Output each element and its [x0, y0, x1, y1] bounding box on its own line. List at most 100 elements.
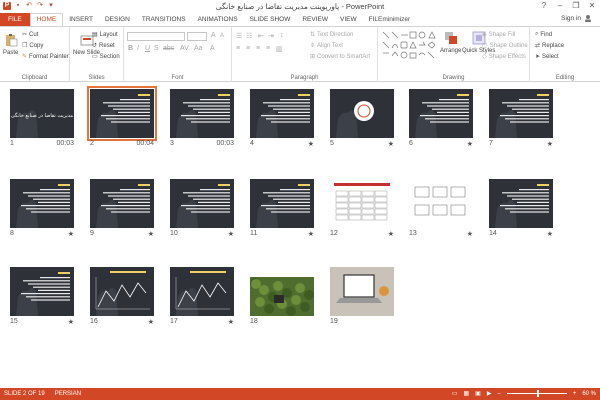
- reading-view-icon[interactable]: ▣: [475, 390, 481, 397]
- bold-icon[interactable]: B: [128, 45, 133, 52]
- slide-preview[interactable]: [250, 89, 314, 138]
- slide-thumbnail[interactable]: 5 ★: [330, 89, 394, 150]
- sign-in-label[interactable]: Sign in: [561, 15, 581, 22]
- slide-preview[interactable]: [409, 89, 473, 138]
- slide-thumbnail[interactable]: 15 ★: [10, 267, 74, 328]
- slide-thumbnail[interactable]: 19: [330, 267, 394, 328]
- close-button[interactable]: ✕: [584, 0, 600, 12]
- slide-preview[interactable]: [409, 179, 473, 228]
- paste-button[interactable]: Paste: [3, 33, 18, 56]
- slide-preview[interactable]: [90, 267, 154, 316]
- slide-preview[interactable]: [170, 89, 234, 138]
- slide-thumbnail[interactable]: 17 ★: [170, 267, 234, 328]
- replace-button[interactable]: ⇄ Replace: [535, 42, 564, 50]
- slide-preview[interactable]: مدیریت تقاضا در صنایع خانگی: [10, 89, 74, 138]
- cut-button[interactable]: ✂ Cut: [22, 31, 38, 39]
- slide-preview[interactable]: [10, 267, 74, 316]
- slide-preview[interactable]: [87, 86, 157, 141]
- tab-view[interactable]: VIEW: [334, 13, 363, 27]
- slide-preview[interactable]: [330, 89, 394, 138]
- zoom-in-icon[interactable]: +: [573, 391, 577, 397]
- slide-thumbnail[interactable]: 2 00:04: [87, 86, 157, 150]
- character-spacing-icon[interactable]: AV: [180, 45, 189, 52]
- zoom-out-icon[interactable]: –: [497, 391, 500, 397]
- zoom-level[interactable]: 60 %: [582, 391, 596, 397]
- tab-transitions[interactable]: TRANSITIONS: [136, 13, 192, 27]
- grow-font-icon[interactable]: A: [211, 32, 216, 39]
- font-size-input[interactable]: [187, 32, 207, 41]
- tab-slide-show[interactable]: SLIDE SHOW: [244, 13, 297, 27]
- slide-preview[interactable]: [330, 179, 394, 228]
- slide-preview[interactable]: [90, 179, 154, 228]
- tab-design[interactable]: DESIGN: [99, 13, 136, 27]
- slide-thumbnail[interactable]: 6 ★: [409, 89, 473, 150]
- slide-thumbnail[interactable]: مدیریت تقاضا در صنایع خانگی 1 00:03: [10, 89, 74, 150]
- slide-preview[interactable]: [250, 179, 314, 228]
- align-center-icon[interactable]: ≡: [246, 45, 250, 52]
- slide-sorter-view-icon[interactable]: ▦: [463, 390, 469, 397]
- slide-preview[interactable]: [489, 89, 553, 138]
- align-right-icon[interactable]: ≡: [256, 45, 260, 52]
- shrink-font-icon[interactable]: A: [220, 33, 224, 39]
- italic-icon[interactable]: I: [137, 45, 139, 52]
- tab-animations[interactable]: ANIMATIONS: [192, 13, 244, 27]
- minimize-button[interactable]: –: [552, 0, 568, 12]
- tab-review[interactable]: REVIEW: [296, 13, 334, 27]
- normal-view-icon[interactable]: ▭: [452, 390, 458, 397]
- zoom-slider[interactable]: [506, 390, 567, 397]
- slide-thumbnail[interactable]: 14 ★: [489, 179, 553, 240]
- zoom-slider-thumb[interactable]: [536, 390, 539, 397]
- slide-thumbnail[interactable]: 16 ★: [90, 267, 154, 328]
- slide-thumbnail[interactable]: 12 ★: [330, 179, 394, 240]
- underline-icon[interactable]: U: [145, 45, 150, 52]
- tab-insert[interactable]: INSERT: [63, 13, 99, 27]
- columns-icon[interactable]: ▥: [276, 45, 283, 53]
- align-left-icon[interactable]: ≡: [236, 45, 240, 52]
- layout-button[interactable]: ▤ Layout: [92, 31, 118, 39]
- slide-preview[interactable]: [170, 179, 234, 228]
- slide-thumbnail[interactable]: 9 ★: [90, 179, 154, 240]
- slide-thumbnail[interactable]: 8 ★: [10, 179, 74, 240]
- font-color-icon[interactable]: A: [210, 45, 215, 52]
- slide-preview[interactable]: [330, 267, 394, 316]
- tab-file[interactable]: FILE: [0, 13, 30, 27]
- numbering-icon[interactable]: ☷: [246, 32, 252, 40]
- restore-button[interactable]: ❐: [568, 0, 584, 12]
- find-button[interactable]: ⌕ Find: [535, 31, 552, 38]
- shape-fill-button[interactable]: ◈ Shape Fill: [482, 31, 515, 39]
- slide-thumbnail[interactable]: 18: [250, 267, 314, 328]
- slide-preview[interactable]: [170, 267, 234, 316]
- shapes-gallery-icon[interactable]: [382, 31, 438, 61]
- language-indicator[interactable]: PERSIAN: [55, 391, 81, 397]
- section-button[interactable]: ▭ Section: [92, 53, 120, 61]
- tab-home[interactable]: HOME: [29, 13, 64, 27]
- slide-show-view-icon[interactable]: ▶: [487, 390, 492, 397]
- shadow-icon[interactable]: S: [154, 45, 159, 52]
- increase-indent-icon[interactable]: ⇥: [268, 32, 274, 40]
- slide-thumbnail[interactable]: 3 00:03: [170, 89, 234, 150]
- slide-preview[interactable]: [10, 179, 74, 228]
- decrease-indent-icon[interactable]: ⇤: [258, 32, 264, 40]
- select-button[interactable]: ➤ Select: [535, 53, 559, 61]
- font-family-input[interactable]: [127, 32, 185, 41]
- convert-smartart-button[interactable]: ⊞ Convert to SmartArt: [310, 53, 370, 61]
- tab-fileminimizer[interactable]: FILEminimizer: [363, 13, 417, 27]
- slide-preview[interactable]: [250, 267, 314, 316]
- align-text-button[interactable]: ⇕ Align Text: [310, 42, 343, 50]
- arrange-button[interactable]: Arrange: [440, 31, 461, 54]
- strikethrough-icon[interactable]: abc: [163, 45, 174, 52]
- slide-preview[interactable]: [489, 179, 553, 228]
- slide-thumbnail[interactable]: 10 ★: [170, 179, 234, 240]
- copy-button[interactable]: ❐ Copy: [22, 42, 43, 50]
- shape-effects-button[interactable]: ◇ Shape Effects: [482, 53, 526, 61]
- reset-button[interactable]: ↺ Reset: [92, 42, 115, 50]
- help-button[interactable]: ?: [536, 0, 552, 12]
- sign-in[interactable]: Sign in: [561, 14, 592, 22]
- change-case-icon[interactable]: Aa: [194, 45, 203, 52]
- slide-thumbnail[interactable]: 11 ★: [250, 179, 314, 240]
- bullets-icon[interactable]: ☰: [236, 32, 242, 40]
- line-spacing-icon[interactable]: ↕: [280, 32, 284, 39]
- slide-thumbnail[interactable]: 4 ★: [250, 89, 314, 150]
- justify-icon[interactable]: ≡: [266, 45, 270, 52]
- text-direction-button[interactable]: ⇅ Text Direction: [310, 31, 353, 39]
